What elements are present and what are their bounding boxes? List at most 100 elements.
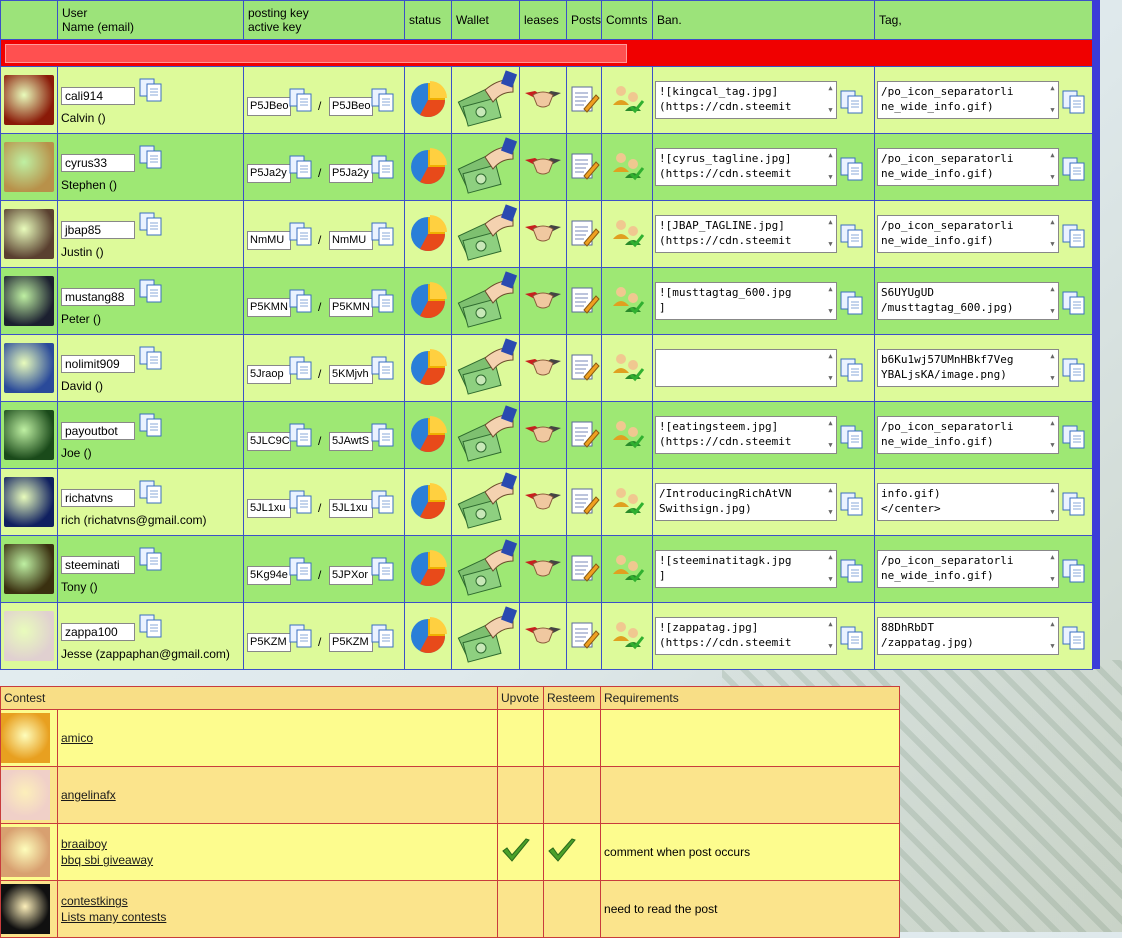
posting-key-field[interactable]: 5Jraop <box>247 365 291 384</box>
username-field[interactable]: richatvns <box>61 489 135 507</box>
status-pie-icon[interactable] <box>408 616 448 658</box>
posting-key-field[interactable]: P5Ja2y <box>247 164 291 183</box>
handshake-icon[interactable] <box>523 559 563 585</box>
ban-textarea[interactable]: ![zappatag.jpg] (https://cdn.steemit ▲ ▼ <box>655 617 837 655</box>
handshake-icon[interactable] <box>523 291 563 317</box>
copy-icon[interactable] <box>839 290 865 316</box>
textarea-scrollbar[interactable]: ▲ ▼ <box>1048 150 1057 184</box>
copy-icon[interactable] <box>370 489 396 515</box>
wallet-money-icon[interactable] <box>455 404 517 468</box>
copy-icon[interactable] <box>1061 424 1087 450</box>
comments-users-icon[interactable] <box>609 85 645 118</box>
posts-notepad-icon[interactable] <box>568 421 600 453</box>
ban-textarea[interactable]: ![musttagtag_600.jpg ] ▲ ▼ <box>655 282 837 320</box>
copy-icon[interactable] <box>839 625 865 651</box>
active-key-field[interactable]: P5KMN <box>329 298 373 317</box>
posts-notepad-icon[interactable] <box>568 287 600 319</box>
active-key-field[interactable]: P5KZM <box>329 633 373 652</box>
tag-textarea[interactable]: /po_icon_separatorli ne_wide_info.gif) ▲ ▼ <box>877 416 1059 454</box>
wallet-money-icon[interactable] <box>455 203 517 267</box>
contest-post-link[interactable]: Lists many contests <box>61 909 497 925</box>
username-field[interactable]: cyrus33 <box>61 154 135 172</box>
active-key-field[interactable]: 5JPXor <box>329 566 373 585</box>
copy-icon[interactable] <box>138 479 164 505</box>
comments-users-icon[interactable] <box>609 554 645 587</box>
copy-icon[interactable] <box>288 623 314 649</box>
copy-icon[interactable] <box>1061 156 1087 182</box>
contest-user-link[interactable]: amico <box>61 730 497 746</box>
copy-icon[interactable] <box>1061 357 1087 383</box>
copy-icon[interactable] <box>138 278 164 304</box>
username-field[interactable]: payoutbot <box>61 422 135 440</box>
textarea-scrollbar[interactable]: ▲ ▼ <box>1048 619 1057 653</box>
comments-users-icon[interactable] <box>609 621 645 654</box>
textarea-scrollbar[interactable]: ▲ ▼ <box>826 552 835 586</box>
copy-icon[interactable] <box>138 211 164 237</box>
copy-icon[interactable] <box>370 87 396 113</box>
status-pie-icon[interactable] <box>408 415 448 457</box>
tag-textarea[interactable]: 88DhRbDT /zappatag.jpg) ▲ ▼ <box>877 617 1059 655</box>
posting-key-field[interactable]: 5JLC9C <box>247 432 291 451</box>
posts-notepad-icon[interactable] <box>568 354 600 386</box>
textarea-scrollbar[interactable]: ▲ ▼ <box>1048 284 1057 318</box>
tag-textarea[interactable]: b6Ku1wj57UMnHBkf7Veg YBALjsKA/image.png)… <box>877 349 1059 387</box>
tag-textarea[interactable]: /po_icon_separatorli ne_wide_info.gif) ▲ ▼ <box>877 550 1059 588</box>
posting-key-field[interactable]: 5JL1xu <box>247 499 291 518</box>
copy-icon[interactable] <box>1061 290 1087 316</box>
posting-key-field[interactable]: NmMU <box>247 231 291 250</box>
copy-icon[interactable] <box>288 154 314 180</box>
username-field[interactable]: nolimit909 <box>61 355 135 373</box>
tag-textarea[interactable]: /po_icon_separatorli ne_wide_info.gif) ▲ ▼ <box>877 81 1059 119</box>
comments-users-icon[interactable] <box>609 420 645 453</box>
copy-icon[interactable] <box>288 87 314 113</box>
posts-notepad-icon[interactable] <box>568 555 600 587</box>
copy-icon[interactable] <box>370 422 396 448</box>
handshake-icon[interactable] <box>523 626 563 652</box>
wallet-money-icon[interactable] <box>455 337 517 401</box>
comments-users-icon[interactable] <box>609 487 645 520</box>
active-key-field[interactable]: P5JBeo <box>329 97 373 116</box>
textarea-scrollbar[interactable]: ▲ ▼ <box>1048 217 1057 251</box>
contest-user-link[interactable]: braaiboy <box>61 836 497 852</box>
copy-icon[interactable] <box>370 154 396 180</box>
copy-icon[interactable] <box>138 144 164 170</box>
copy-icon[interactable] <box>370 355 396 381</box>
posting-key-field[interactable]: P5KZM <box>247 633 291 652</box>
tag-textarea[interactable]: /po_icon_separatorli ne_wide_info.gif) ▲ ▼ <box>877 148 1059 186</box>
copy-icon[interactable] <box>288 221 314 247</box>
copy-icon[interactable] <box>1061 558 1087 584</box>
active-key-field[interactable]: 5JAwtS <box>329 432 373 451</box>
copy-icon[interactable] <box>138 77 164 103</box>
textarea-scrollbar[interactable]: ▲ ▼ <box>826 217 835 251</box>
textarea-scrollbar[interactable]: ▲ ▼ <box>1048 485 1057 519</box>
posting-key-field[interactable]: P5JBeo <box>247 97 291 116</box>
ban-textarea[interactable]: ▲ ▼ <box>655 349 837 387</box>
copy-icon[interactable] <box>1061 491 1087 517</box>
copy-icon[interactable] <box>138 613 164 639</box>
status-pie-icon[interactable] <box>408 147 448 189</box>
copy-icon[interactable] <box>288 422 314 448</box>
contest-user-link[interactable]: angelinafx <box>61 787 497 803</box>
active-key-field[interactable]: 5JL1xu <box>329 499 373 518</box>
copy-icon[interactable] <box>288 489 314 515</box>
handshake-icon[interactable] <box>523 358 563 384</box>
posts-notepad-icon[interactable] <box>568 153 600 185</box>
status-pie-icon[interactable] <box>408 482 448 524</box>
tag-textarea[interactable]: /po_icon_separatorli ne_wide_info.gif) ▲ ▼ <box>877 215 1059 253</box>
status-pie-icon[interactable] <box>408 549 448 591</box>
copy-icon[interactable] <box>839 89 865 115</box>
handshake-icon[interactable] <box>523 157 563 183</box>
copy-icon[interactable] <box>1061 89 1087 115</box>
username-field[interactable]: jbap85 <box>61 221 135 239</box>
wallet-money-icon[interactable] <box>455 538 517 602</box>
username-field[interactable]: mustang88 <box>61 288 135 306</box>
copy-icon[interactable] <box>288 288 314 314</box>
copy-icon[interactable] <box>370 221 396 247</box>
active-key-field[interactable]: P5Ja2y <box>329 164 373 183</box>
posting-key-field[interactable]: 5Kg94e <box>247 566 291 585</box>
active-key-field[interactable]: NmMU <box>329 231 373 250</box>
textarea-scrollbar[interactable]: ▲ ▼ <box>826 619 835 653</box>
username-field[interactable]: steeminati <box>61 556 135 574</box>
comments-users-icon[interactable] <box>609 353 645 386</box>
username-field[interactable]: cali914 <box>61 87 135 105</box>
